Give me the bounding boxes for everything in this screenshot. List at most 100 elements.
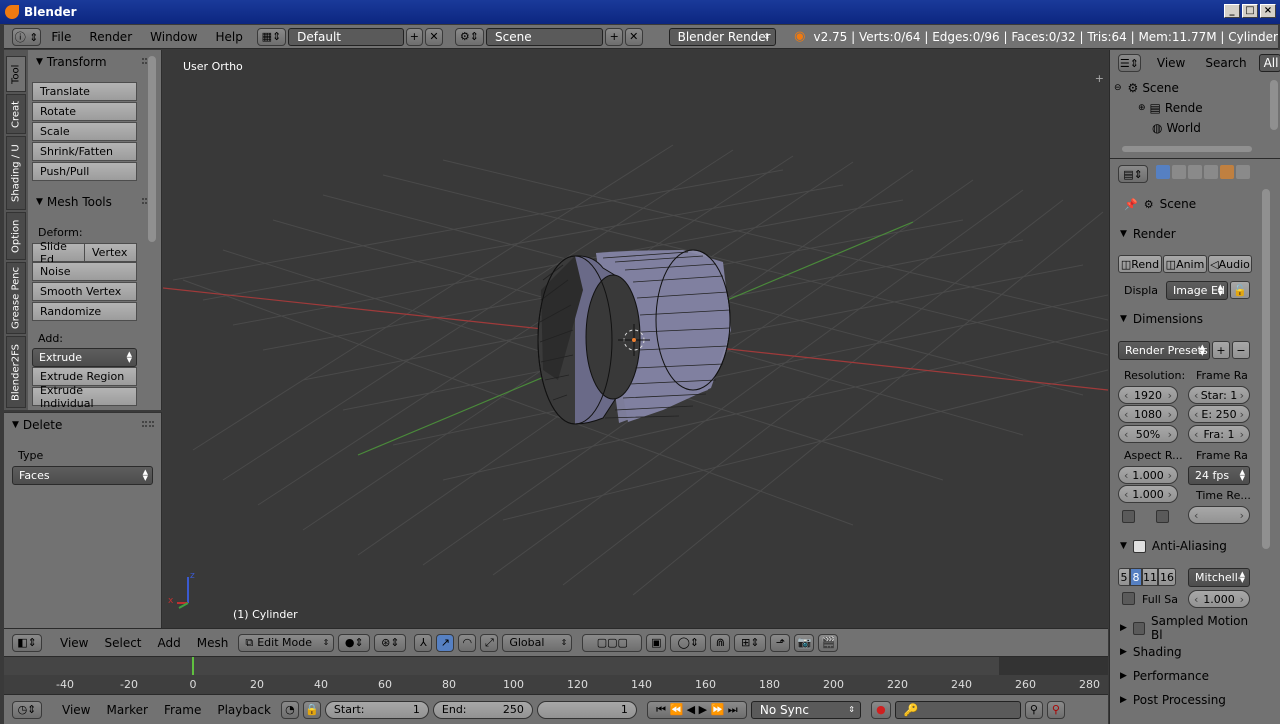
aa-samples-16[interactable]: 16 <box>1158 568 1176 586</box>
aa-samples-5[interactable]: 5 <box>1118 568 1130 586</box>
resolution-percent-field[interactable]: 50% <box>1118 425 1178 443</box>
close-icon[interactable]: × <box>1260 4 1276 18</box>
render-context-icon[interactable] <box>1156 165 1170 179</box>
aa-samples-8[interactable]: 8 <box>1130 568 1142 586</box>
end-frame-field[interactable]: End: 250 <box>432 700 533 719</box>
sampled-motion-blur-panel-header[interactable]: ▶ Sampled Motion Bl <box>1114 614 1254 642</box>
full-sample-checkbox[interactable] <box>1122 592 1135 605</box>
smooth-vertex-button[interactable]: Smooth Vertex <box>32 282 137 301</box>
menu-select[interactable]: Select <box>98 636 147 650</box>
menu-window[interactable]: Window <box>142 30 205 44</box>
keying-set-field[interactable]: 🔑 <box>894 700 1021 719</box>
timeline-editor[interactable]: -40 -20 0 20 40 60 80 100 120 140 160 180 200 220 240 2… <box>4 656 1108 694</box>
menu-add[interactable]: Add <box>152 636 187 650</box>
menu-view[interactable]: View <box>56 703 96 717</box>
editor-type-properties-button[interactable]: ▤⇕ <box>1118 165 1148 183</box>
menu-marker[interactable]: Marker <box>100 703 153 717</box>
menu-view[interactable]: View <box>54 636 94 650</box>
border-checkbox[interactable] <box>1122 510 1135 523</box>
outliner-h-scrollbar[interactable] <box>1122 146 1252 152</box>
plus-icon[interactable]: + <box>1095 72 1104 85</box>
scene-field[interactable]: Scene <box>486 27 604 46</box>
rotate-manipulator-toggle[interactable]: ◠ <box>458 633 477 652</box>
shading-panel-header[interactable]: ▶ Shading <box>1114 642 1254 662</box>
current-frame-marker[interactable] <box>192 657 194 675</box>
editor-type-outliner-button[interactable]: ☰⇕ <box>1118 54 1141 72</box>
outliner-v-scrollbar[interactable] <box>1270 80 1278 130</box>
tab-tool[interactable]: Tool <box>6 56 26 92</box>
noise-button[interactable]: Noise <box>32 262 137 281</box>
editor-type-timeline-button[interactable]: ◷⇕ <box>12 700 42 719</box>
crop-checkbox[interactable] <box>1156 510 1169 523</box>
remove-layout-button[interactable]: ✕ <box>425 27 443 46</box>
render-presets-select[interactable]: Render Presets ▲ ▼ <box>1118 341 1210 360</box>
pin-icon[interactable]: 📌 <box>1124 198 1138 211</box>
properties-scrollbar[interactable] <box>1262 189 1270 549</box>
frame-rate-select[interactable]: 24 fps ▲ ▼ <box>1188 466 1250 485</box>
add-preset-button[interactable]: + <box>1212 341 1230 359</box>
editor-type-info-button[interactable]: ⓘ ⇕ <box>12 27 42 46</box>
viewport-shading-select[interactable]: ●⇕ <box>338 633 371 652</box>
world-context-icon[interactable] <box>1204 165 1218 179</box>
playback-controls[interactable]: ⏮ ⏪ ◀ ▶ ⏩ ⏭ <box>646 700 747 719</box>
lock-range-toggle[interactable]: 🔒 <box>302 700 321 719</box>
tab-grease-pencil[interactable]: Grease Penc <box>6 262 26 334</box>
render-layers-context-icon[interactable] <box>1172 165 1186 179</box>
timeline-ruler[interactable]: -40 -20 0 20 40 60 80 100 120 140 160 180 200 220 240 2… <box>4 675 1108 695</box>
outliner-row-scene[interactable]: ⊖ ⚙ Scene <box>1114 78 1274 98</box>
opengl-render-animation-button[interactable]: 🎬 <box>818 633 839 652</box>
opengl-render-image-button[interactable]: 📷 <box>794 633 815 652</box>
limit-selection-toggle[interactable]: ▣ <box>646 633 667 652</box>
randomize-button[interactable]: Randomize <box>32 302 137 321</box>
performance-panel-header[interactable]: ▶ Performance <box>1114 666 1254 686</box>
frame-end-field[interactable]: E: 250 <box>1188 405 1250 423</box>
shrink-fatten-button[interactable]: Shrink/Fatten <box>32 142 137 161</box>
tab-shading-uvs[interactable]: Shading / U <box>6 136 26 210</box>
delete-type-select[interactable]: Faces ▲ ▼ <box>12 466 153 485</box>
editor-type-3dview-button[interactable]: ◧⇕ <box>12 633 42 652</box>
3d-viewport[interactable]: User Ortho z x (1) Cylinder + <box>163 50 1108 628</box>
dimensions-panel-header[interactable]: ▼ Dimensions <box>1114 309 1254 329</box>
render-audio-button[interactable]: ◁ Audio <box>1208 255 1252 273</box>
menu-frame[interactable]: Frame <box>158 703 207 717</box>
rotate-button[interactable]: Rotate <box>32 102 137 121</box>
manipulator-toggle[interactable]: ⅄ <box>414 633 433 652</box>
menu-help[interactable]: Help <box>207 30 250 44</box>
outliner-menu-search[interactable]: Search <box>1205 56 1246 70</box>
menu-file[interactable]: File <box>43 30 79 44</box>
screen-layout-field[interactable]: Default <box>288 27 404 46</box>
delete-panel-header[interactable]: ▼ Delete <box>4 415 162 435</box>
outliner-row-render[interactable]: ⊕ ▤ Rende <box>1138 98 1280 118</box>
lock-interface-toggle[interactable]: 🔓 <box>1230 281 1250 299</box>
extrude-select[interactable]: Extrude ▲ ▼ <box>32 348 137 367</box>
snap-element-select[interactable]: ⊞⇕ <box>734 633 767 652</box>
snap-target-button[interactable]: ⬏ <box>770 633 791 652</box>
push-pull-button[interactable]: Push/Pull <box>32 162 137 181</box>
grip-icon[interactable] <box>142 421 154 427</box>
insert-keyframe-button[interactable]: ⚲ <box>1024 700 1043 719</box>
menu-mesh[interactable]: Mesh <box>191 636 235 650</box>
aspect-y-field[interactable]: 1.000 <box>1118 485 1178 503</box>
translate-button[interactable]: Translate <box>32 82 137 101</box>
tab-options[interactable]: Option <box>6 212 26 260</box>
aa-filter-select[interactable]: Mitchell- ▲ ▼ <box>1188 568 1250 587</box>
tab-blender2fs[interactable]: Blender2FS <box>6 336 26 408</box>
extrude-individual-button[interactable]: Extrude Individual <box>32 384 137 410</box>
frame-step-field[interactable]: Fra: 1 <box>1188 425 1250 443</box>
transform-orientation-select[interactable]: Global ⇕ <box>502 633 573 652</box>
anti-aliasing-panel-header[interactable]: ▼ Anti-Aliasing <box>1114 536 1254 556</box>
constraints-context-icon[interactable] <box>1236 165 1250 179</box>
motion-blur-checkbox[interactable] <box>1132 621 1145 635</box>
aa-filter-size-field[interactable]: 1.000 <box>1188 590 1250 608</box>
translate-manipulator-toggle[interactable]: ↗ <box>436 633 455 652</box>
add-scene-button[interactable]: + <box>605 27 623 46</box>
mode-select[interactable]: ⧉ Edit Mode ⇕ <box>238 633 335 652</box>
remove-scene-button[interactable]: ✕ <box>624 27 643 46</box>
proportional-edit-select[interactable]: ◯⇕ <box>670 633 707 652</box>
mesh-tools-panel-header[interactable]: ▼ Mesh Tools <box>28 192 162 212</box>
screen-layout-icon-button[interactable]: ▦⇕ <box>256 27 287 46</box>
slide-vertex-button[interactable]: Vertex <box>84 243 137 262</box>
start-frame-field[interactable]: Start: 1 <box>324 700 429 719</box>
remove-preset-button[interactable]: − <box>1232 341 1250 359</box>
maximize-icon[interactable]: □ <box>1242 4 1258 18</box>
